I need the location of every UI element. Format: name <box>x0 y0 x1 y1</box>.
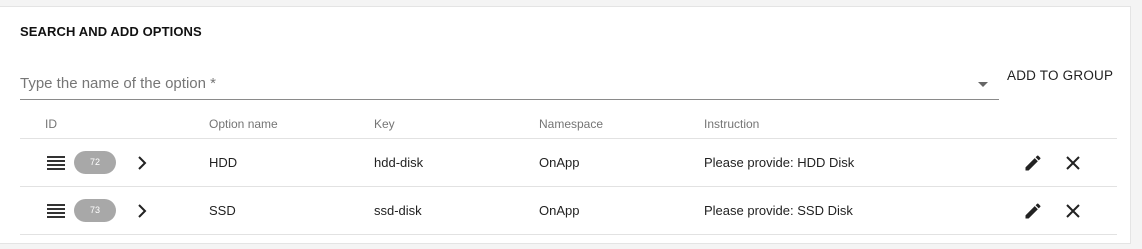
cell-instruction: Please provide: HDD Disk <box>704 155 855 170</box>
id-chip: 73 <box>74 199 116 222</box>
header-instruction: Instruction <box>704 117 760 131</box>
id-chip: 72 <box>74 151 116 174</box>
chevron-right-icon[interactable] <box>135 155 149 171</box>
arrow-drop-down-icon[interactable] <box>978 82 988 87</box>
header-namespace: Namespace <box>539 117 604 131</box>
table-row: 72 HDD hdd-disk OnApp Please provide: HD… <box>20 139 1117 187</box>
option-search-input[interactable]: Type the name of the option * <box>20 62 999 100</box>
cell-option-name: SSD <box>209 203 236 218</box>
search-placeholder: Type the name of the option * <box>20 75 216 92</box>
cell-instruction: Please provide: SSD Disk <box>704 203 853 218</box>
edit-pencil-icon[interactable] <box>1023 201 1043 221</box>
cell-key: ssd-disk <box>374 203 422 218</box>
close-icon[interactable] <box>1065 155 1081 171</box>
cell-namespace: OnApp <box>539 155 580 170</box>
header-key: Key <box>374 117 395 131</box>
header-id: ID <box>45 117 57 131</box>
chevron-right-icon[interactable] <box>135 203 149 219</box>
section-title: SEARCH AND ADD OPTIONS <box>20 24 202 39</box>
cell-option-name: HDD <box>209 155 238 170</box>
header-option-name: Option name <box>209 117 278 131</box>
drag-handle-icon[interactable] <box>47 156 65 170</box>
table-row: 73 SSD ssd-disk OnApp Please provide: SS… <box>20 187 1117 235</box>
close-icon[interactable] <box>1065 203 1081 219</box>
drag-handle-icon[interactable] <box>47 204 65 218</box>
table-header: ID Option name Key Namespace Instruction <box>20 107 1117 139</box>
cell-key: hdd-disk <box>374 155 424 170</box>
add-to-group-button[interactable]: ADD TO GROUP <box>1000 62 1120 90</box>
edit-pencil-icon[interactable] <box>1023 153 1043 173</box>
options-panel: SEARCH AND ADD OPTIONS Type the name of … <box>0 6 1131 244</box>
options-table: ID Option name Key Namespace Instruction… <box>20 107 1117 235</box>
cell-namespace: OnApp <box>539 203 580 218</box>
